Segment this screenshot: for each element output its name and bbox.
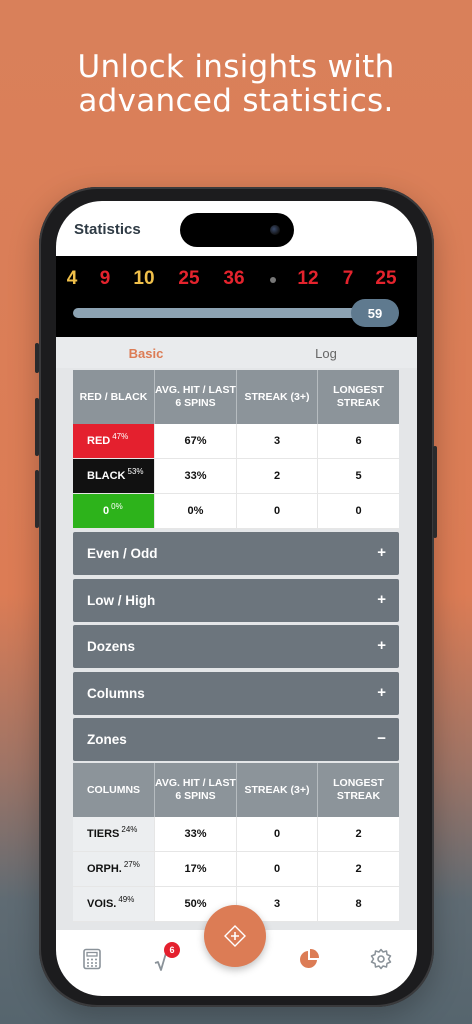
pie-chart-icon[interactable] xyxy=(298,948,320,970)
phone-silent-switch xyxy=(35,343,39,373)
spins-slider-thumb[interactable]: 59 xyxy=(351,299,399,327)
section-title: Columns xyxy=(87,686,145,701)
notification-badge: 6 xyxy=(164,942,180,958)
row-label: 0 0% xyxy=(73,494,155,528)
column-header: COLUMNS xyxy=(73,763,155,817)
tab-basic[interactable]: Basic xyxy=(129,346,164,361)
tab-log[interactable]: Log xyxy=(315,346,337,361)
tab-bar: Basic Log xyxy=(56,337,417,368)
avg-hit-cell: 17% xyxy=(155,852,237,886)
longest-streak-cell: 0 xyxy=(355,505,362,517)
statistics-content[interactable]: RED / BLACK AVG. HIT / LAST 6 SPINS STRE… xyxy=(56,368,417,930)
section-even-odd[interactable]: Even / Odd + xyxy=(73,532,399,575)
recent-number: 7 xyxy=(342,268,354,289)
longest-streak-cell: 5 xyxy=(355,470,362,482)
table-row: RED 47% 67% 3 6 xyxy=(73,424,399,459)
table-row: BLACK 53% 33% 2 5 xyxy=(73,459,399,494)
recent-number: 4 xyxy=(66,268,78,289)
camera-icon xyxy=(270,225,280,235)
longest-streak-cell: 6 xyxy=(355,435,362,447)
section-low-high[interactable]: Low / High + xyxy=(73,579,399,622)
avg-hit-cell: 67% xyxy=(155,424,237,458)
spins-slider-track[interactable] xyxy=(73,308,373,318)
column-header: LONGEST STREAK xyxy=(333,777,384,802)
diamond-plus-icon xyxy=(224,925,246,947)
avg-hit-cell: 33% xyxy=(155,817,237,851)
avg-hit-cell: 0% xyxy=(155,494,237,528)
column-header: AVG. HIT / LAST 6 SPINS xyxy=(155,370,237,424)
phone-power-button xyxy=(433,446,437,538)
table-row: 0 0% 0% 0 0 xyxy=(73,494,399,529)
headline-line-1: Unlock insights with xyxy=(77,49,395,85)
column-header: RED / BLACK xyxy=(73,370,155,424)
longest-streak-cell: 8 xyxy=(355,898,362,910)
phone-volume-up xyxy=(35,398,39,456)
section-dozens[interactable]: Dozens + xyxy=(73,625,399,668)
longest-streak-cell: 2 xyxy=(355,863,362,875)
column-header: LONGEST STREAK xyxy=(333,384,384,409)
recent-number: 25 xyxy=(375,268,397,289)
recent-number: 36 xyxy=(223,268,245,289)
separator-dot xyxy=(270,277,276,283)
longest-streak-cell: 2 xyxy=(355,828,362,840)
streak-cell: 0 xyxy=(237,852,318,886)
expand-icon: + xyxy=(377,591,386,608)
row-label: VOIS. 49% xyxy=(73,887,155,921)
calculator-icon[interactable] xyxy=(81,948,103,970)
page-title: Statistics xyxy=(74,221,141,238)
streak-cell: 2 xyxy=(237,459,318,493)
row-label: TIERS 24% xyxy=(73,817,155,851)
headline-line-2: advanced statistics. xyxy=(78,83,394,119)
recent-number: 25 xyxy=(178,268,200,289)
column-header: AVG. HIT / LAST 6 SPINS xyxy=(155,763,237,817)
recent-number: 12 xyxy=(297,268,319,289)
section-columns[interactable]: Columns + xyxy=(73,672,399,715)
section-title: Zones xyxy=(87,732,127,747)
gear-icon[interactable] xyxy=(370,948,392,970)
table-row: ORPH. 27% 17% 0 2 xyxy=(73,852,399,887)
table-header: RED / BLACK AVG. HIT / LAST 6 SPINS STRE… xyxy=(73,370,399,424)
phone-volume-down xyxy=(35,470,39,528)
streak-cell: 3 xyxy=(237,424,318,458)
add-spin-button[interactable] xyxy=(204,905,266,967)
section-title: Dozens xyxy=(87,639,136,654)
expand-icon: + xyxy=(377,637,386,654)
collapse-icon: − xyxy=(377,730,386,747)
zones-table: COLUMNS AVG. HIT / LAST 6 SPINS STREAK (… xyxy=(73,763,399,922)
red-black-table: RED / BLACK AVG. HIT / LAST 6 SPINS STRE… xyxy=(73,370,399,529)
marketing-headline: Unlock insights with advanced statistics… xyxy=(0,50,472,118)
dynamic-island xyxy=(180,213,294,247)
streak-cell: 0 xyxy=(237,494,318,528)
column-header: STREAK (3+) xyxy=(237,763,318,817)
recent-number: 9 xyxy=(99,268,111,289)
avg-hit-cell: 33% xyxy=(155,459,237,493)
expand-icon: + xyxy=(377,544,386,561)
recent-numbers-bar: 4 9 10 25 36 12 7 25 59 xyxy=(56,256,417,337)
section-title: Low / High xyxy=(87,593,156,608)
row-label: ORPH. 27% xyxy=(73,852,155,886)
table-row: TIERS 24% 33% 0 2 xyxy=(73,817,399,852)
expand-icon: + xyxy=(377,684,386,701)
row-label: RED 47% xyxy=(73,424,155,458)
column-header: STREAK (3+) xyxy=(237,370,318,424)
table-header: COLUMNS AVG. HIT / LAST 6 SPINS STREAK (… xyxy=(73,763,399,817)
section-title: Even / Odd xyxy=(87,546,158,561)
recent-number: 10 xyxy=(133,268,155,289)
section-zones[interactable]: Zones − xyxy=(73,718,399,761)
app-screen: Statistics 4 9 10 25 36 12 7 25 59 Basic… xyxy=(56,201,417,996)
streak-cell: 0 xyxy=(237,817,318,851)
row-label: BLACK 53% xyxy=(73,459,155,493)
